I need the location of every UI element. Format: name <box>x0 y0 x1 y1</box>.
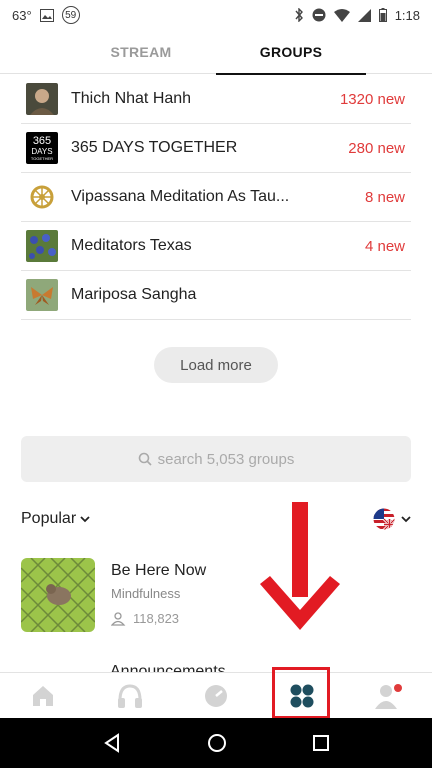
group-row-mariposa-sangha[interactable]: Mariposa Sangha <box>21 271 411 320</box>
chevron-down-icon <box>80 515 90 523</box>
popular-group-info: Be Here Now Mindfulness 118,823 <box>111 558 206 634</box>
annotation-highlight-box <box>272 667 330 719</box>
group-name: Mariposa Sangha <box>71 286 197 303</box>
group-list: Thich Nhat Hanh 1320 new 365 DAYS TOGETH… <box>0 75 432 320</box>
popular-group-members: 118,823 <box>111 611 206 626</box>
load-more-button[interactable]: Load more <box>154 347 278 383</box>
clock: 1:18 <box>394 7 420 23</box>
do-not-disturb-icon <box>312 8 326 22</box>
members-icon <box>111 611 127 626</box>
flag-icon <box>373 508 395 530</box>
group-thumbnail-butterfly <box>26 279 58 311</box>
search-placeholder: search 5,053 groups <box>157 450 295 468</box>
members-count: 118,823 <box>133 611 180 626</box>
sort-row: Popular <box>21 505 411 533</box>
back-icon[interactable] <box>102 733 122 753</box>
popular-group-thumbnail <box>21 558 95 632</box>
nav-profile[interactable] <box>346 673 432 718</box>
svg-text:365: 365 <box>33 135 51 147</box>
new-count: 8 new <box>364 188 405 206</box>
search-groups-input[interactable]: search 5,053 groups <box>21 436 411 482</box>
new-count: 4 new <box>364 237 405 255</box>
status-left: 63° 59 <box>12 6 80 24</box>
nav-timer[interactable] <box>173 673 259 718</box>
nav-home[interactable] <box>0 673 86 718</box>
tab-stream[interactable]: STREAM <box>66 30 216 74</box>
new-count: 1320 new <box>339 90 405 108</box>
group-name: 365 DAYS TOGETHER <box>71 139 238 156</box>
headphones-icon <box>117 683 142 708</box>
popular-group-title: Be Here Now <box>111 562 207 579</box>
group-name: Meditators Texas <box>71 237 192 254</box>
sort-dropdown[interactable]: Popular <box>21 510 90 528</box>
group-row-meditators-texas[interactable]: Meditators Texas 4 new <box>21 222 411 271</box>
group-thumbnail-portrait <box>26 83 58 115</box>
language-dropdown[interactable] <box>373 508 411 530</box>
search-icon <box>138 452 152 466</box>
tab-groups[interactable]: GROUPS <box>216 30 366 75</box>
home-icon <box>33 685 54 706</box>
group-thumbnail-365-logo: 365 DAYS TOGETHER <box>26 132 58 164</box>
group-row-365-days[interactable]: 365 DAYS TOGETHER 365 DAYS TOGETHER 280 … <box>21 124 411 173</box>
nav-headphones[interactable] <box>86 673 172 718</box>
group-name: Vipassana Meditation As Tau... <box>71 188 290 205</box>
sort-label: Popular <box>21 510 77 527</box>
group-thumbnail-bluebonnets <box>26 230 58 262</box>
timer-icon <box>205 684 228 707</box>
tab-bar: STREAM GROUPS <box>0 30 432 75</box>
temperature: 63° <box>12 7 32 23</box>
bottom-nav <box>0 672 432 718</box>
group-row-vipassana[interactable]: Vipassana Meditation As Tau... 8 new <box>21 173 411 222</box>
popular-group-card[interactable]: Be Here Now Mindfulness 118,823 <box>21 558 411 634</box>
dharma-wheel-icon <box>26 181 58 213</box>
home-circle-icon[interactable] <box>207 733 227 753</box>
svg-text:DAYS: DAYS <box>31 147 52 156</box>
bluetooth-icon <box>294 8 304 22</box>
status-bar: 63° 59 1:18 <box>0 0 432 30</box>
signal-icon <box>357 8 371 22</box>
annotation-arrow <box>260 502 340 630</box>
wifi-icon <box>333 8 350 22</box>
notification-count-badge: 59 <box>61 6 80 24</box>
image-icon <box>39 8 54 22</box>
svg-text:TOGETHER: TOGETHER <box>31 156 53 161</box>
system-nav-bar <box>0 718 432 768</box>
popular-group-category: Mindfulness <box>111 586 181 601</box>
new-count: 280 new <box>348 139 405 157</box>
group-name: Thich Nhat Hanh <box>71 90 192 107</box>
profile-icon <box>374 683 402 709</box>
group-row-thich-nhat-hanh[interactable]: Thich Nhat Hanh 1320 new <box>21 75 411 124</box>
recents-icon[interactable] <box>312 734 330 752</box>
status-right: 1:18 <box>294 8 420 23</box>
battery-icon <box>378 8 387 22</box>
chevron-down-icon <box>401 515 411 523</box>
